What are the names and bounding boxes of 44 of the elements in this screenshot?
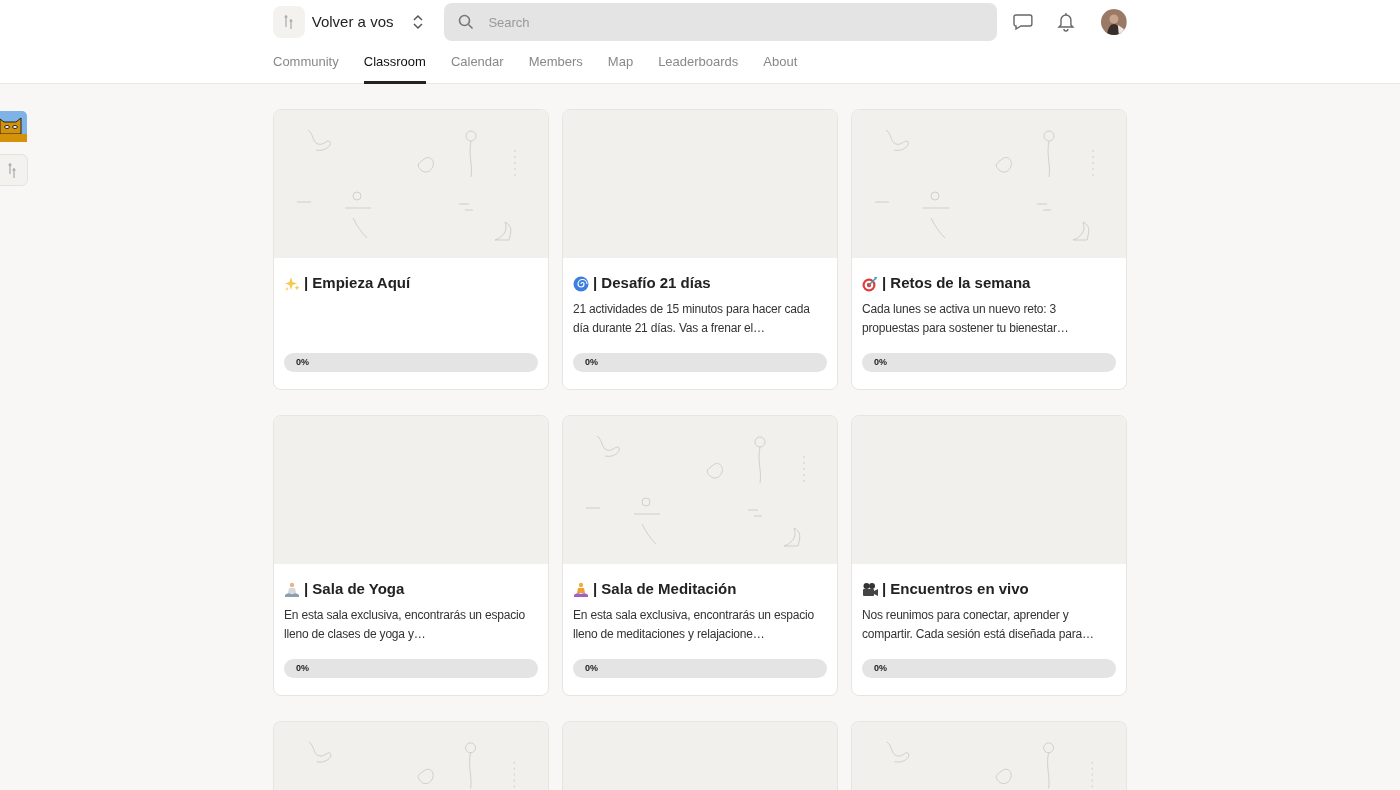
user-avatar[interactable] xyxy=(1101,9,1127,35)
course-title: | Encuentros en vivo xyxy=(882,579,1029,600)
progress-reading: 0% xyxy=(296,356,309,369)
course-card[interactable]: | Retos de la semana Cada lunes se activa un nuevo reto: 3 propuestas para sostener tu bienestar… 0% xyxy=(851,109,1127,390)
spiral-icon xyxy=(573,275,589,292)
cat-app-icon[interactable] xyxy=(0,111,27,142)
chevron-updown-icon[interactable] xyxy=(412,14,425,30)
course-description: Cada lunes se activa un nuevo reto: 3 propuestas para sostener tu bienestar… xyxy=(862,301,1070,337)
course-title: | Retos de la semana xyxy=(882,273,1031,294)
course-card[interactable]: | Sala de Yoga En esta sala exclusiva, encontrarás un espacio lleno de clases de yoga y… 0% xyxy=(273,415,549,696)
search-icon xyxy=(458,14,475,30)
chat-icon[interactable] xyxy=(1013,13,1034,31)
meditation-figure-icon xyxy=(573,581,589,598)
progress-reading: 0% xyxy=(585,356,598,369)
yoga-figure-icon xyxy=(284,581,300,598)
nav-tab[interactable]: Calendar xyxy=(450,48,504,84)
course-title: | Empieza Aquí xyxy=(304,273,411,294)
course-description: 21 actividades de 15 minutos para hacer cada día durante 21 días. Vas a frenar el… xyxy=(573,301,811,337)
progress-reading: 0% xyxy=(585,662,598,675)
progress-reading: 0% xyxy=(874,356,887,369)
course-title: | Sala de Meditación xyxy=(593,579,737,600)
nav-tab[interactable]: Map xyxy=(607,48,634,84)
course-description: En esta sala exclusiva, encontrarás un espacio lleno de clases de yoga y… xyxy=(284,607,526,643)
nav-tab[interactable]: Community xyxy=(273,48,339,84)
course-description: En esta sala exclusiva, encontrarás un espacio lleno de meditaciones y relajacione… xyxy=(573,607,815,643)
course-card[interactable]: | Encuentros en vivo Nos reunimos para conectar, aprender y compartir. Cada sesión está diseñada para… 0% xyxy=(851,415,1127,696)
course-title: | Sala de Yoga xyxy=(304,579,405,600)
film-camera-icon xyxy=(862,581,878,598)
nav-tab[interactable]: About xyxy=(763,48,798,84)
course-card[interactable]: | Sala de Meditación En esta sala exclusiva, encontrarás un espacio lleno de meditaciones y relajacione… 0% xyxy=(562,415,838,696)
course-card[interactable]: | Desafío 21 días 21 actividades de 15 minutos para hacer cada día durante 21 días. Vas a frenar el… 0% xyxy=(562,109,838,390)
search-field[interactable]: Search xyxy=(444,3,998,41)
progress-reading: 0% xyxy=(296,662,309,675)
nav-tab[interactable]: Leaderboards xyxy=(658,48,739,84)
candles-icon xyxy=(282,14,295,30)
community-name[interactable]: Volver a vos xyxy=(311,10,394,34)
nav-tab[interactable]: Members xyxy=(528,48,583,84)
nav-tab[interactable]: Classroom xyxy=(363,48,426,84)
course-description: Nos reunimos para conectar, aprender y compartir. Cada sesión está diseñada para… xyxy=(862,607,1095,643)
target-icon xyxy=(862,275,878,292)
bell-icon[interactable] xyxy=(1057,12,1076,32)
course-card[interactable]: | Empieza Aquí 0% xyxy=(273,109,549,390)
course-title: | Desafío 21 días xyxy=(593,273,711,294)
progress-reading: 0% xyxy=(874,662,887,675)
